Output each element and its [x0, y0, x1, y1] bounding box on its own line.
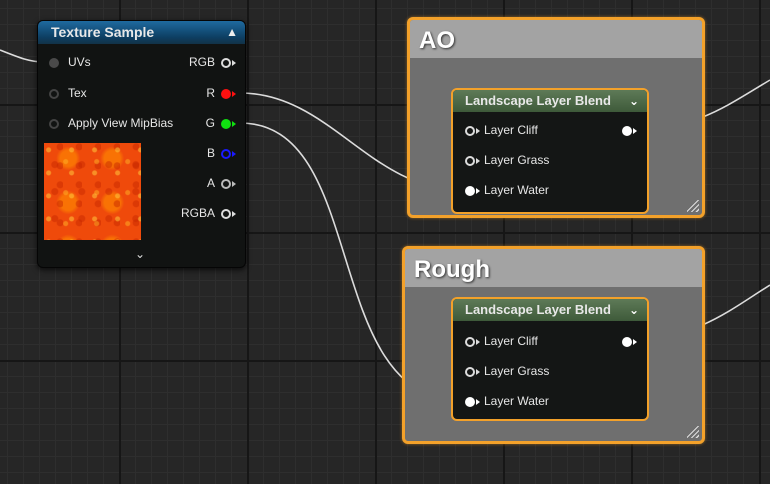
- layer-water-input-pin[interactable]: [465, 186, 475, 196]
- blend-node-title: Landscape Layer Blend: [465, 93, 611, 108]
- rgba-output-pin[interactable]: [221, 209, 231, 219]
- comment-title-ao[interactable]: AO: [410, 20, 702, 58]
- b-output-pin[interactable]: [221, 149, 231, 159]
- mipbias-input-label: Apply View MipBias: [68, 116, 174, 130]
- chevron-down-icon[interactable]: ⌄: [629, 90, 639, 112]
- tex-input-pin[interactable]: [49, 89, 59, 99]
- rgba-arrow-icon: [232, 211, 236, 217]
- layer-water-label: Layer Water: [484, 394, 549, 408]
- blend-node-title: Landscape Layer Blend: [465, 302, 611, 317]
- mipbias-input-pin[interactable]: [49, 119, 59, 129]
- arrow-icon: [476, 128, 480, 134]
- arrow-icon: [476, 158, 480, 164]
- a-output-pin[interactable]: [221, 179, 231, 189]
- landscape-layer-blend-node-ao[interactable]: Landscape Layer Blend ⌄ Layer Cliff Laye…: [451, 88, 649, 214]
- g-arrow-icon: [232, 121, 236, 127]
- blend-output-pin[interactable]: [622, 337, 632, 347]
- r-arrow-icon: [232, 91, 236, 97]
- rgb-arrow-icon: [232, 60, 236, 66]
- layer-water-label: Layer Water: [484, 183, 549, 197]
- texture-sample-node[interactable]: Texture Sample ▲ UVs Tex Apply View MipB…: [37, 20, 246, 268]
- layer-grass-input-pin[interactable]: [465, 367, 475, 377]
- texture-preview-thumbnail: [44, 143, 141, 240]
- arrow-icon: [476, 339, 480, 345]
- r-output-pin[interactable]: [221, 89, 231, 99]
- collapse-up-icon[interactable]: ▲: [226, 21, 238, 44]
- texture-sample-header[interactable]: Texture Sample ▲: [38, 21, 245, 44]
- comment-title-rough[interactable]: Rough: [405, 249, 702, 287]
- layer-cliff-label: Layer Cliff: [484, 334, 538, 348]
- arrow-icon: [633, 128, 637, 134]
- chevron-down-icon[interactable]: ⌄: [629, 299, 639, 321]
- arrow-icon: [633, 339, 637, 345]
- a-output-label: A: [206, 176, 215, 190]
- rgba-output-label: RGBA: [180, 206, 215, 220]
- landscape-layer-blend-node-rough[interactable]: Landscape Layer Blend ⌄ Layer Cliff Laye…: [451, 297, 649, 421]
- b-arrow-icon: [232, 151, 236, 157]
- tex-input-label: Tex: [68, 86, 87, 100]
- layer-grass-label: Layer Grass: [484, 364, 550, 378]
- a-arrow-icon: [232, 181, 236, 187]
- r-output-label: R: [206, 86, 215, 100]
- g-output-pin[interactable]: [221, 119, 231, 129]
- b-output-label: B: [206, 146, 215, 160]
- layer-cliff-input-pin[interactable]: [465, 337, 475, 347]
- g-output-label: G: [205, 116, 215, 130]
- arrow-icon: [476, 399, 480, 405]
- uvs-input-pin[interactable]: [49, 58, 59, 68]
- resize-handle-icon[interactable]: [687, 426, 699, 438]
- rgb-output-pin[interactable]: [221, 58, 231, 68]
- uvs-input-label: UVs: [68, 55, 91, 69]
- texture-sample-title: Texture Sample: [51, 24, 155, 40]
- chevron-down-icon[interactable]: ⌄: [135, 247, 145, 261]
- arrow-icon: [476, 369, 480, 375]
- layer-grass-label: Layer Grass: [484, 153, 550, 167]
- layer-cliff-label: Layer Cliff: [484, 123, 538, 137]
- blend-node-header[interactable]: Landscape Layer Blend ⌄: [453, 299, 647, 321]
- layer-grass-input-pin[interactable]: [465, 156, 475, 166]
- resize-handle-icon[interactable]: [687, 200, 699, 212]
- blend-output-pin[interactable]: [622, 126, 632, 136]
- arrow-icon: [476, 188, 480, 194]
- layer-water-input-pin[interactable]: [465, 397, 475, 407]
- layer-cliff-input-pin[interactable]: [465, 126, 475, 136]
- blend-node-header[interactable]: Landscape Layer Blend ⌄: [453, 90, 647, 112]
- rgb-output-label: RGB: [188, 55, 215, 69]
